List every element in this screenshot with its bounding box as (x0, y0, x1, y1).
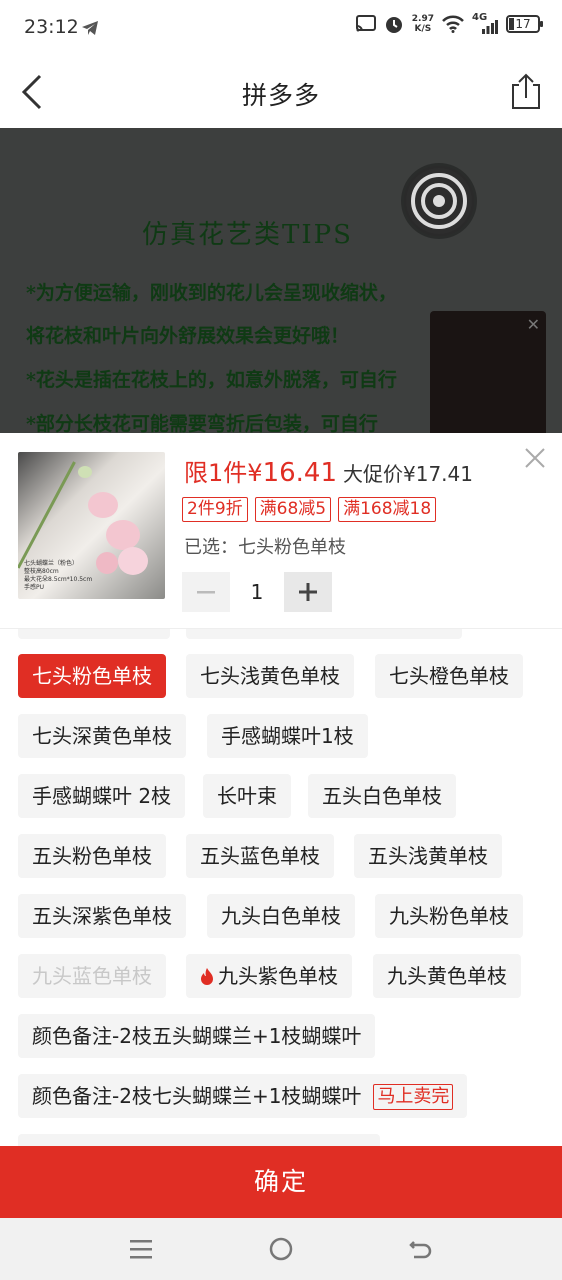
option-chip[interactable]: 五头白色单枝 (308, 774, 456, 818)
discount-tag: 2件9折 (182, 497, 248, 522)
option-chip[interactable]: 七头橙色单枝 (375, 654, 523, 698)
option-chip[interactable] (186, 629, 462, 639)
product-image-overlay: 仿真花艺类TIPS *为方便运输，刚收到的花儿会呈现收缩状， 将花枝和叶片向外舒… (0, 128, 562, 433)
discount-tag: 满68减5 (254, 497, 332, 522)
option-chip[interactable]: 长叶束 (203, 774, 291, 818)
return-icon[interactable] (408, 1236, 434, 1262)
nav-bar: 拼多多 (0, 56, 562, 128)
thumbnail-caption: 七头蝴蝶兰（粉色） 整枝高80cm 最大花朵8.5cm*10.5cm 手感PU (24, 560, 92, 592)
currency-symbol: ¥ (247, 459, 263, 487)
option-chip[interactable]: 五头粉色单枝 (18, 834, 166, 878)
net-speed-value: 2.97 (411, 14, 434, 24)
promo-price: 大促价¥17.41 (343, 462, 473, 486)
plus-icon (299, 583, 317, 601)
quantity-value[interactable]: 1 (230, 580, 284, 604)
target-icon[interactable] (404, 166, 474, 236)
floating-video[interactable]: ✕ (430, 311, 546, 433)
cast-icon (355, 15, 376, 32)
share-icon[interactable] (510, 72, 542, 110)
confirm-button[interactable]: 确定 (0, 1146, 562, 1218)
battery-icon: 17 (506, 15, 543, 33)
tips-line: *花头是插在花枝上的，如意外脱落，可自行 (26, 369, 397, 391)
net-speed-unit: K/S (414, 24, 432, 34)
option-chip[interactable]: 手感蝴蝶叶1枝 (207, 714, 368, 758)
option-chip[interactable]: 手感蝴蝶叶 2枝 (18, 774, 186, 818)
variant-options: 七头粉色单枝 七头浅黄色单枝 七头橙色单枝 七头深黄色单枝 手感蝴蝶叶1枝 手感… (0, 629, 562, 1146)
network-speed: 2.97 K/S (412, 14, 434, 34)
page-title: 拼多多 (241, 81, 320, 110)
option-chip[interactable]: 九头粉色单枝 (375, 894, 523, 938)
option-chip[interactable]: 五头蓝色单枝 (186, 834, 334, 878)
tips-line: *部分长枝花可能需要弯折后包装，可自行 (26, 413, 378, 433)
option-chip[interactable]: 九头白色单枝 (207, 894, 355, 938)
selling-out-badge: 马上卖完 (373, 1084, 454, 1110)
discount-tags: 2件9折 满68减5 满168减18 (182, 497, 437, 522)
alarm-icon (385, 17, 402, 33)
tips-line: 将花枝和叶片向外舒展效果会更好哦！ (26, 325, 350, 347)
option-chip[interactable]: 九头黄色单枝 (373, 954, 521, 998)
signal-icon: 4G (472, 12, 498, 34)
tips-title: 仿真花艺类TIPS (142, 220, 353, 250)
price-value: 16.41 (262, 458, 337, 488)
status-time: 23:12 (24, 16, 79, 38)
sku-sheet-header: 七头蝴蝶兰（粉色） 整枝高80cm 最大花朵8.5cm*10.5cm 手感PU … (0, 433, 562, 629)
option-chip[interactable] (18, 1134, 380, 1146)
option-chip[interactable]: 七头粉色单枝 (18, 654, 166, 698)
quantity-stepper: 1 (182, 572, 332, 612)
caption-line: 手感PU (24, 584, 45, 591)
option-chip[interactable]: 五头深紫色单枝 (18, 894, 186, 938)
caption-line: 七头蝴蝶兰（粉色） (24, 560, 79, 567)
option-chip-label: 九头紫色单枝 (218, 964, 338, 988)
option-chip-label: 颜色备注-2枝七头蝴蝶兰+1枝蝴蝶叶 (32, 1084, 362, 1108)
minus-button[interactable] (182, 572, 230, 612)
close-icon[interactable]: ✕ (527, 315, 540, 334)
product-thumbnail: 七头蝴蝶兰（粉色） 整枝高80cm 最大花朵8.5cm*10.5cm 手感PU (18, 452, 165, 599)
minus-icon (197, 591, 215, 594)
wifi-icon (442, 15, 464, 33)
caption-line: 整枝高80cm (24, 568, 59, 575)
battery-level: 17 (515, 17, 531, 31)
plus-button[interactable] (284, 572, 332, 612)
option-chip[interactable]: 七头深黄色单枝 (18, 714, 186, 758)
option-chip[interactable]: 颜色备注-2枝七头蝴蝶兰+1枝蝴蝶叶 马上卖完 (18, 1074, 468, 1118)
price-row: 限1件 ¥ 16.41 大促价¥17.41 (184, 453, 473, 488)
option-chip[interactable] (18, 629, 170, 639)
option-chip[interactable]: 七头浅黄色单枝 (186, 654, 354, 698)
fire-icon (201, 968, 213, 985)
status-bar: 23:12 2.97 K/S 4G 17 (0, 0, 562, 56)
discount-tag: 满168减18 (338, 497, 437, 522)
menu-icon[interactable] (128, 1236, 154, 1262)
caption-line: 最大花朵8.5cm*10.5cm (24, 576, 93, 583)
system-nav-bar (0, 1218, 562, 1280)
tips-line: *为方便运输，刚收到的花儿会呈现收缩状， (26, 282, 397, 304)
limit-text: 限1件 (184, 459, 248, 487)
option-chip[interactable]: 五头浅黄单枝 (354, 834, 502, 878)
home-icon[interactable] (268, 1236, 294, 1262)
selected-variant: 已选：七头粉色单枝 (184, 537, 346, 558)
close-icon[interactable] (524, 447, 546, 469)
option-chip-disabled: 九头蓝色单枝 (18, 954, 166, 998)
telegram-icon (82, 21, 98, 35)
option-chip-hot[interactable]: 九头紫色单枝 (186, 954, 352, 998)
option-chip[interactable]: 颜色备注-2枝五头蝴蝶兰+1枝蝴蝶叶 (18, 1014, 376, 1058)
